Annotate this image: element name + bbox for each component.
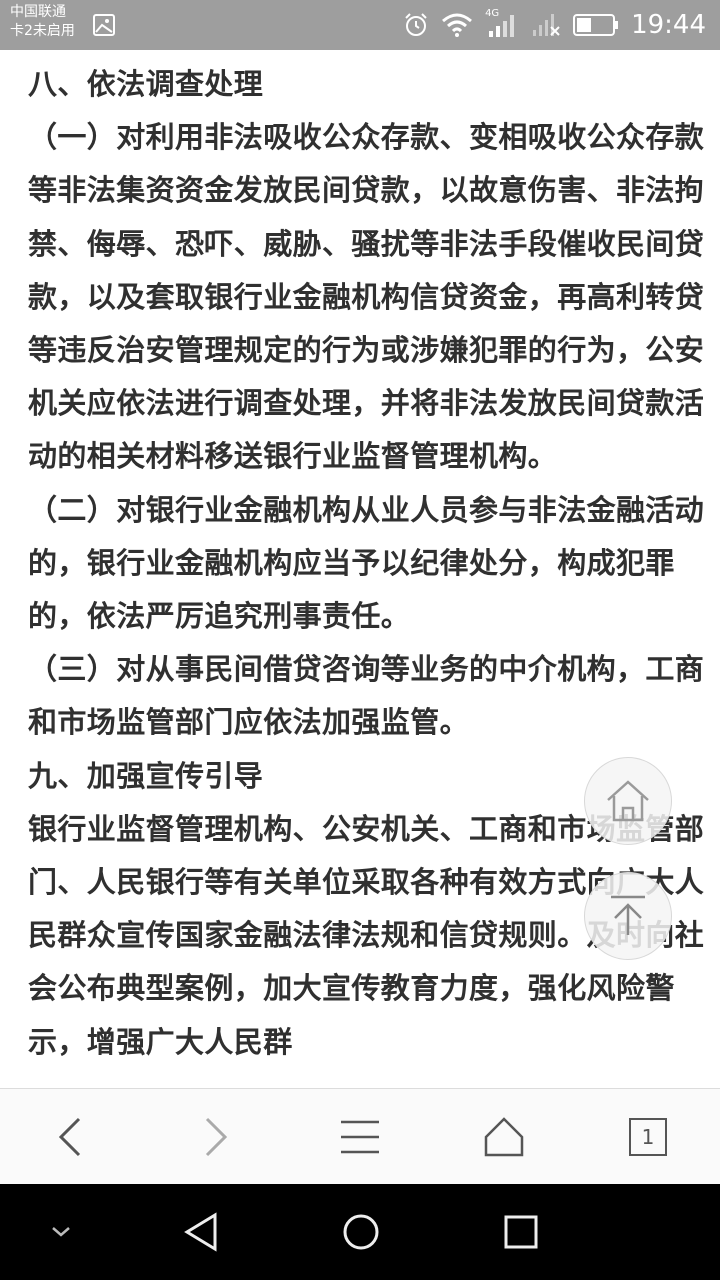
browser-toolbar: 1 [0, 1088, 720, 1185]
gallery-icon [93, 14, 115, 36]
nav-recents-button[interactable] [466, 1184, 576, 1280]
carrier-info: 中国联通 卡2未启用 [10, 3, 75, 41]
collapse-chevron-icon [52, 1227, 70, 1237]
status-bar: 中国联通 卡2未启用 4G 19:44 [0, 0, 720, 50]
no-signal-icon [533, 14, 560, 36]
tab-count: 1 [641, 1125, 655, 1149]
scroll-to-top-button[interactable] [584, 872, 672, 960]
forward-button[interactable] [166, 1089, 266, 1185]
collapse-nav-button[interactable] [6, 1184, 116, 1280]
clock: 19:44 [631, 10, 706, 40]
home-outline-icon [607, 780, 649, 822]
back-triangle-icon [184, 1212, 217, 1252]
signal-icon [489, 15, 515, 37]
paragraph-item-3: （三）对从事民间借贷咨询等业务的中介机构，工商和市场监管部门应依法加强监管。 [28, 652, 705, 740]
nav-home-button[interactable] [306, 1184, 416, 1280]
signal-strength: 4G [485, 0, 519, 50]
home-button[interactable] [454, 1089, 554, 1185]
tabs-icon: 1 [629, 1118, 667, 1156]
android-nav-bar [0, 1184, 720, 1280]
alarm-icon [405, 13, 427, 36]
carrier-name: 中国联通 [10, 4, 66, 20]
menu-icon [341, 1120, 379, 1154]
sim2-status: 卡2未启用 [10, 23, 75, 39]
home-icon [484, 1117, 524, 1157]
nav-back-button[interactable] [146, 1184, 256, 1280]
section-heading-8: 八、依法调查处理 [28, 67, 264, 101]
arrow-up-icon [611, 895, 645, 935]
menu-button[interactable] [310, 1089, 410, 1185]
home-circle-icon [343, 1214, 379, 1250]
tabs-button[interactable]: 1 [598, 1089, 698, 1185]
wifi-icon [442, 13, 473, 37]
status-icons: 4G 19:44 [403, 0, 706, 50]
forward-arrow-icon [205, 1117, 228, 1157]
back-button[interactable] [20, 1089, 120, 1185]
battery-icon [573, 14, 619, 36]
recents-square-icon [504, 1215, 538, 1249]
back-arrow-icon [58, 1117, 81, 1157]
paragraph-item-2: （二）对银行业金融机构从业人员参与非法金融活动的，银行业金融机构应当予以纪律处分… [28, 492, 705, 634]
paragraph-item-1: （一）对利用非法吸收公众存款、变相吸收公众存款等非法集资资金发放民间贷款，以故意… [28, 120, 705, 474]
floating-home-button[interactable] [584, 757, 672, 845]
